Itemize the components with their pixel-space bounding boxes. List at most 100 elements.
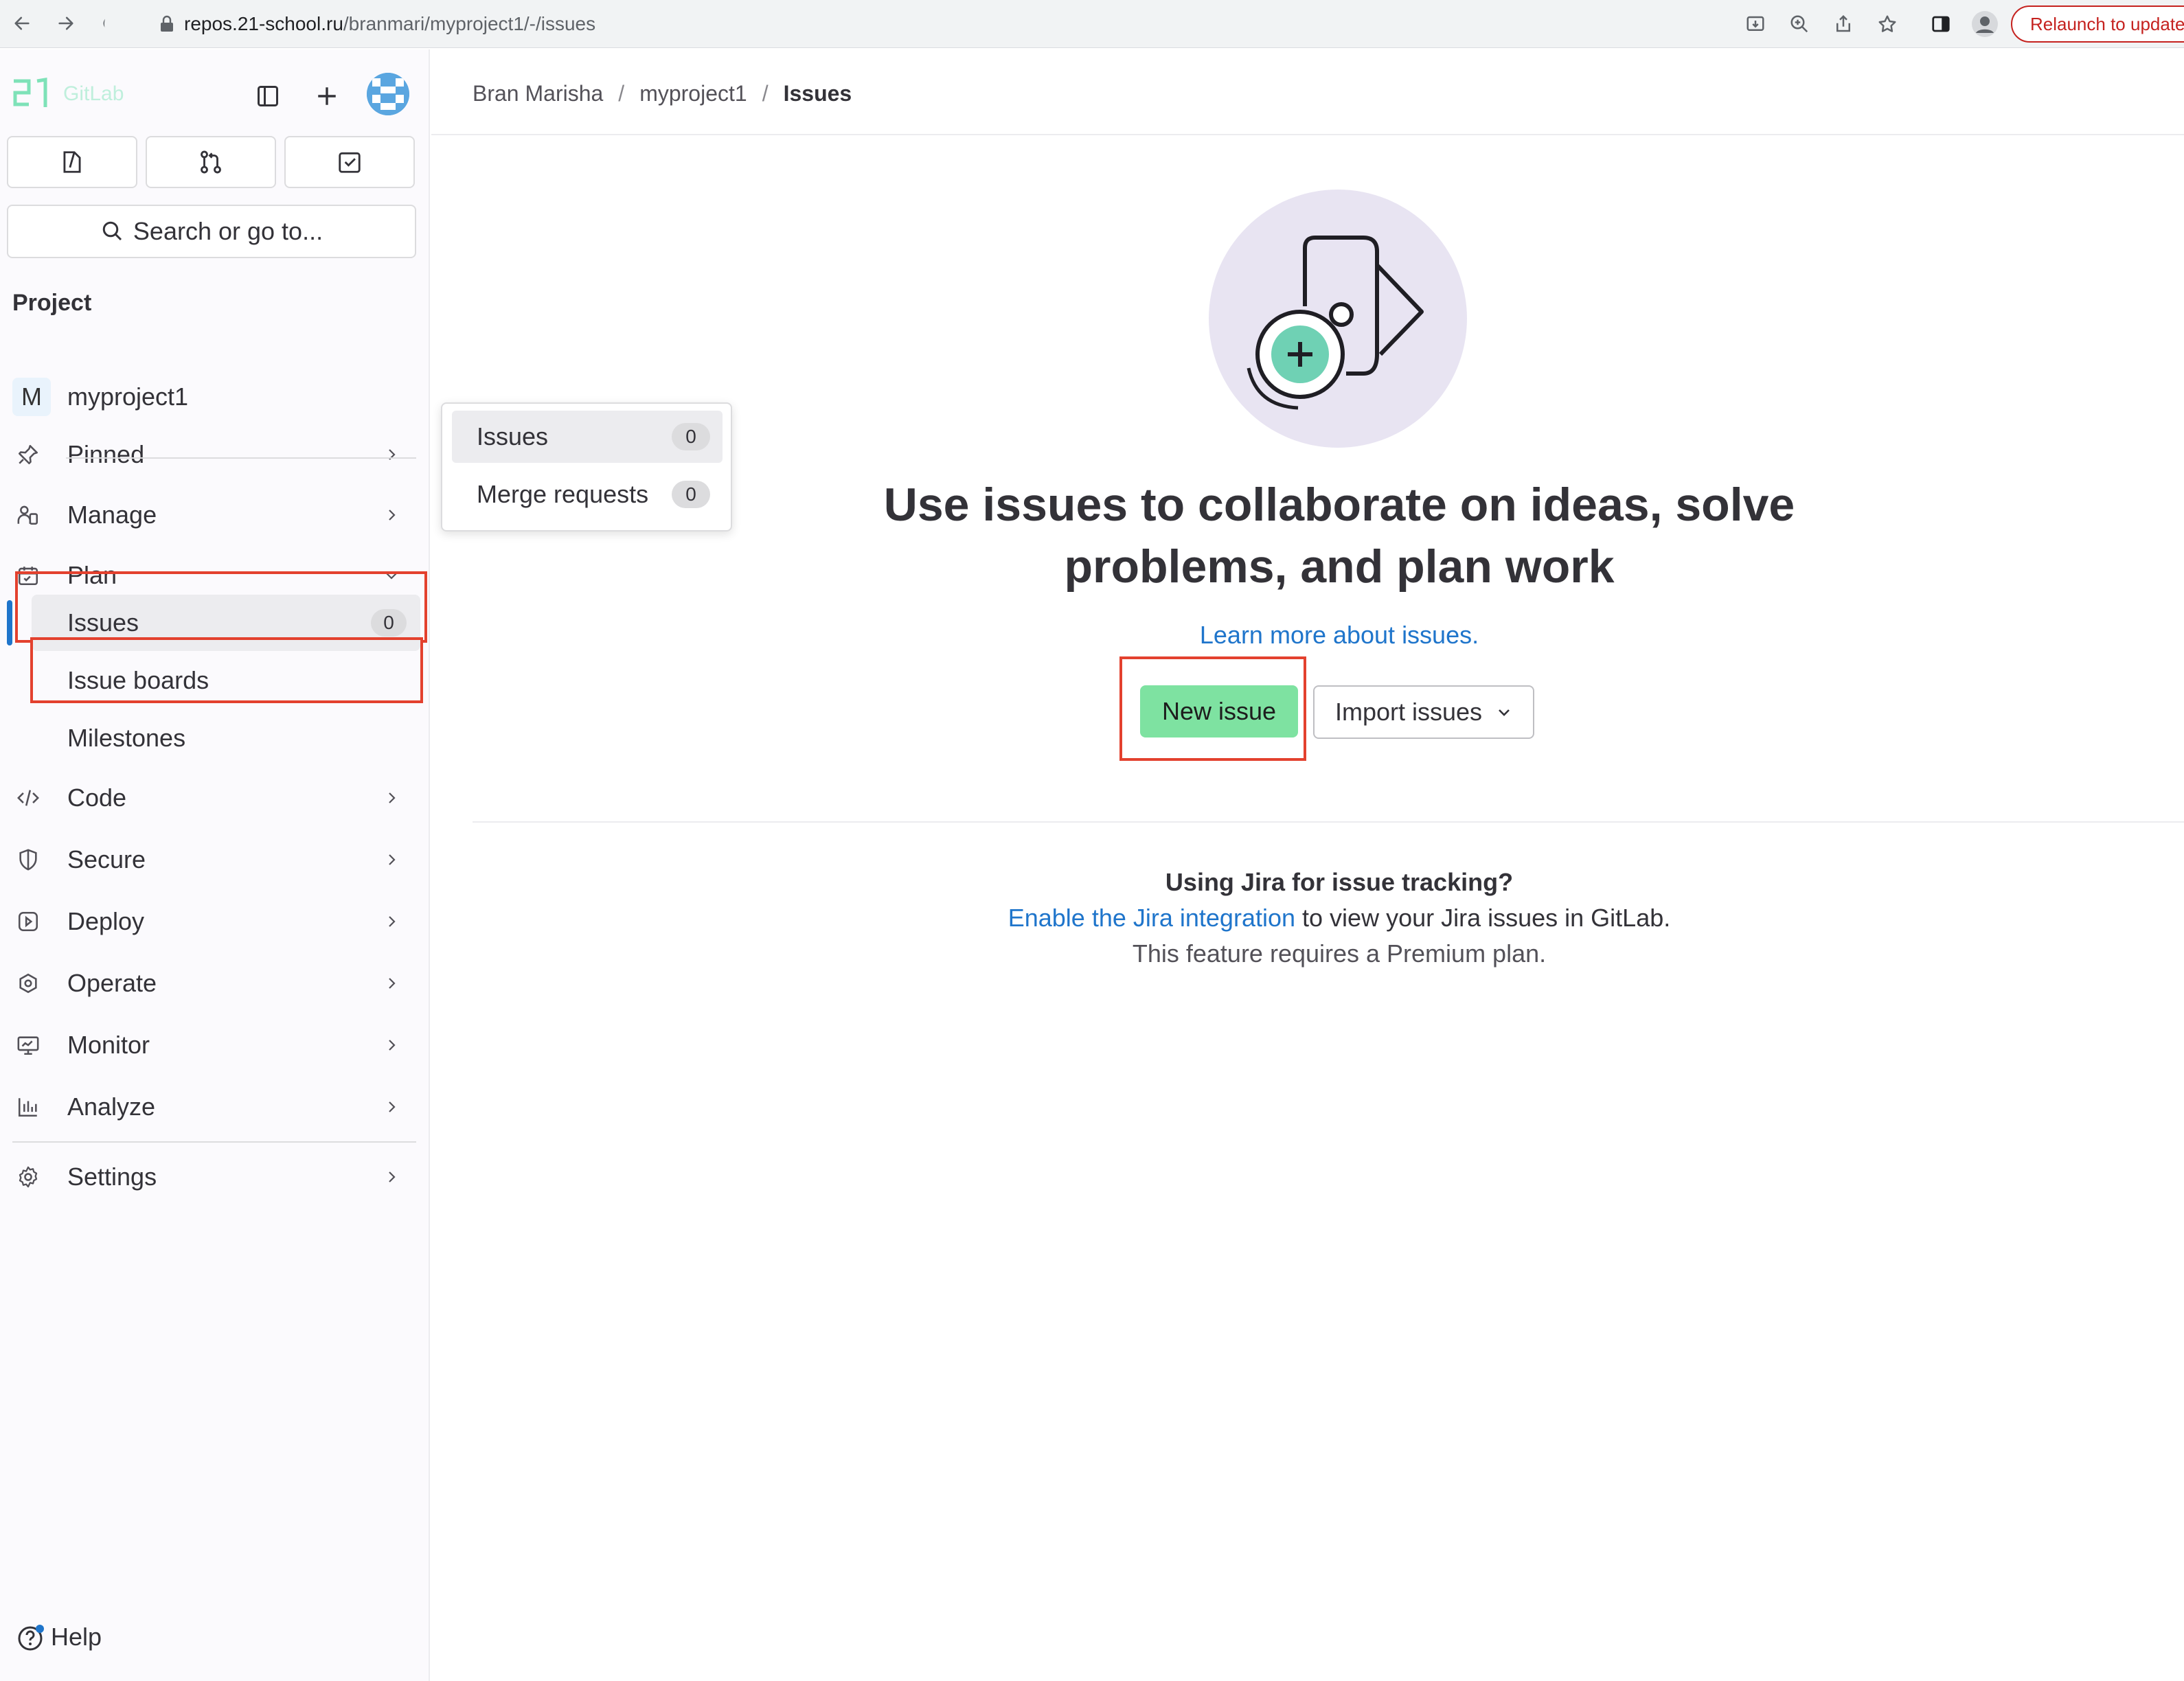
logo-text: GitLab	[63, 82, 124, 105]
lock-icon	[159, 15, 174, 33]
sidebar-item-label: Deploy	[67, 907, 145, 935]
search-icon	[102, 221, 122, 241]
flyout-item-merge-requests[interactable]: Merge requests 0	[452, 468, 723, 521]
chevron-right-icon	[383, 446, 400, 463]
flyout-item-label: Merge requests	[477, 480, 649, 508]
sidebar-item-deploy[interactable]: Deploy	[12, 895, 418, 948]
merge-requests-button[interactable]	[146, 136, 276, 188]
forward-arrow-icon[interactable]	[52, 10, 80, 37]
sidebar-item-manage[interactable]: Manage	[12, 489, 418, 541]
jira-text: to view your Jira issues in GitLab.	[1295, 904, 1671, 932]
create-new-plus-icon[interactable]	[308, 77, 346, 115]
merge-requests-count-badge: 0	[672, 481, 710, 508]
content-divider	[473, 821, 2184, 823]
sidebar-item-label: Settings	[67, 1163, 157, 1191]
help-button[interactable]: Help	[16, 1622, 102, 1652]
sidebar-item-monitor[interactable]: Monitor	[12, 1019, 418, 1071]
project-avatar: M	[12, 378, 51, 416]
monitor-icon	[12, 1029, 44, 1061]
divider	[12, 1141, 416, 1143]
import-issues-label: Import issues	[1334, 698, 1483, 726]
enable-jira-link[interactable]: Enable the Jira integration	[1008, 904, 1295, 932]
sidebar-item-milestones[interactable]: Milestones	[32, 710, 420, 766]
section-title-project: Project	[12, 290, 92, 316]
shield-icon	[12, 844, 44, 876]
chevron-right-icon	[383, 1037, 400, 1053]
jira-title: Using Jira for issue tracking?	[1165, 868, 1514, 896]
search-placeholder: Search or go to...	[133, 217, 323, 245]
sidebar-item-settings[interactable]: Settings	[12, 1151, 418, 1203]
relaunch-button[interactable]: Relaunch to update	[2011, 5, 2184, 43]
sidebar-item-issue-boards[interactable]: Issue boards	[32, 652, 420, 709]
sidebar-item-label: Analyze	[67, 1093, 156, 1121]
back-arrow-icon[interactable]	[8, 10, 36, 37]
gear-icon	[12, 1161, 44, 1193]
zoom-icon[interactable]	[1786, 10, 1813, 38]
user-avatar[interactable]	[367, 73, 409, 115]
sidebar-item-label: Operate	[67, 969, 157, 997]
breadcrumb-separator: /	[618, 81, 625, 106]
learn-more-link[interactable]: Learn more about issues.	[845, 621, 1834, 650]
search-input[interactable]: Search or go to...	[7, 205, 416, 258]
flyout-item-issues[interactable]: Issues 0	[452, 411, 723, 463]
school21-logo-icon	[13, 78, 47, 107]
bookmark-star-icon[interactable]	[1874, 10, 1901, 38]
chevron-right-icon	[383, 507, 400, 523]
install-app-icon[interactable]	[1742, 10, 1769, 38]
code-icon	[12, 782, 44, 814]
title-line: Use issues to collaborate on ideas, solv…	[883, 479, 1795, 531]
collapse-sidebar-icon[interactable]	[249, 77, 287, 115]
learn-more-label[interactable]: Learn more about issues.	[1200, 621, 1479, 649]
title-line: problems, and plan work	[1064, 540, 1615, 593]
todo-list-button[interactable]	[284, 136, 415, 188]
side-panel-icon[interactable]	[1927, 10, 1955, 38]
header-divider	[431, 134, 2184, 135]
sidebar-item-label: Milestones	[67, 724, 186, 752]
chevron-right-icon	[383, 913, 400, 930]
chevron-right-icon	[383, 1099, 400, 1115]
users-icon	[12, 499, 44, 531]
chevron-right-icon	[383, 851, 400, 868]
active-indicator	[7, 600, 12, 645]
sidebar-item-label: Manage	[67, 501, 157, 529]
issues-icon	[63, 151, 81, 173]
import-issues-dropdown[interactable]: Import issues	[1313, 685, 1534, 739]
jira-description: Enable the Jira integration to view your…	[776, 904, 1902, 933]
chevron-down-icon	[1496, 704, 1512, 720]
highlight-box-new-issue	[1119, 656, 1306, 761]
url-text: repos.21-school.ru/branmari/myproject1/-…	[184, 13, 596, 34]
project-name: myproject1	[67, 382, 189, 411]
sidebar-item-label: Monitor	[67, 1031, 150, 1059]
cloud-gear-icon	[12, 968, 44, 999]
sidebar-item-label: Code	[67, 784, 127, 812]
chart-icon	[12, 1091, 44, 1123]
sidebar-item-label: Secure	[67, 845, 146, 873]
issues-count-badge: 0	[672, 423, 710, 450]
issues-count-badge: 0	[371, 609, 407, 637]
address-bar[interactable]: repos.21-school.ru/branmari/myproject1/-…	[104, 4, 1725, 44]
merge-request-icon	[201, 150, 221, 174]
sidebar-item-secure[interactable]: Secure	[12, 834, 418, 886]
sidebar-item-label: Issue boards	[67, 666, 209, 694]
help-label: Help	[51, 1623, 102, 1651]
chevron-right-icon	[383, 975, 400, 992]
sidebar-item-operate[interactable]: Operate	[12, 957, 418, 1009]
empty-state-title: Use issues to collaborate on ideas, solv…	[845, 474, 1834, 597]
sidebar-item-project[interactable]: M myproject1	[12, 371, 418, 423]
breadcrumb-user[interactable]: Bran Marisha	[473, 81, 603, 106]
share-icon[interactable]	[1830, 10, 1857, 38]
sidebar-item-analyze[interactable]: Analyze	[12, 1081, 418, 1133]
profile-icon[interactable]	[1971, 10, 1999, 38]
breadcrumb-project[interactable]: myproject1	[639, 81, 747, 106]
divider	[66, 457, 416, 459]
assigned-issues-button[interactable]	[7, 136, 137, 188]
flyout-item-label: Issues	[477, 422, 549, 450]
sidebar-item-pinned[interactable]: Pinned	[12, 428, 418, 481]
chevron-right-icon	[383, 790, 400, 806]
breadcrumb-current[interactable]: Issues	[784, 81, 852, 106]
gitlab-logo[interactable]: GitLab	[11, 77, 124, 111]
sidebar-item-code[interactable]: Code	[12, 772, 418, 824]
chevron-right-icon	[383, 1169, 400, 1185]
pin-icon	[12, 439, 44, 470]
issue-illustration-icon	[1247, 236, 1424, 410]
